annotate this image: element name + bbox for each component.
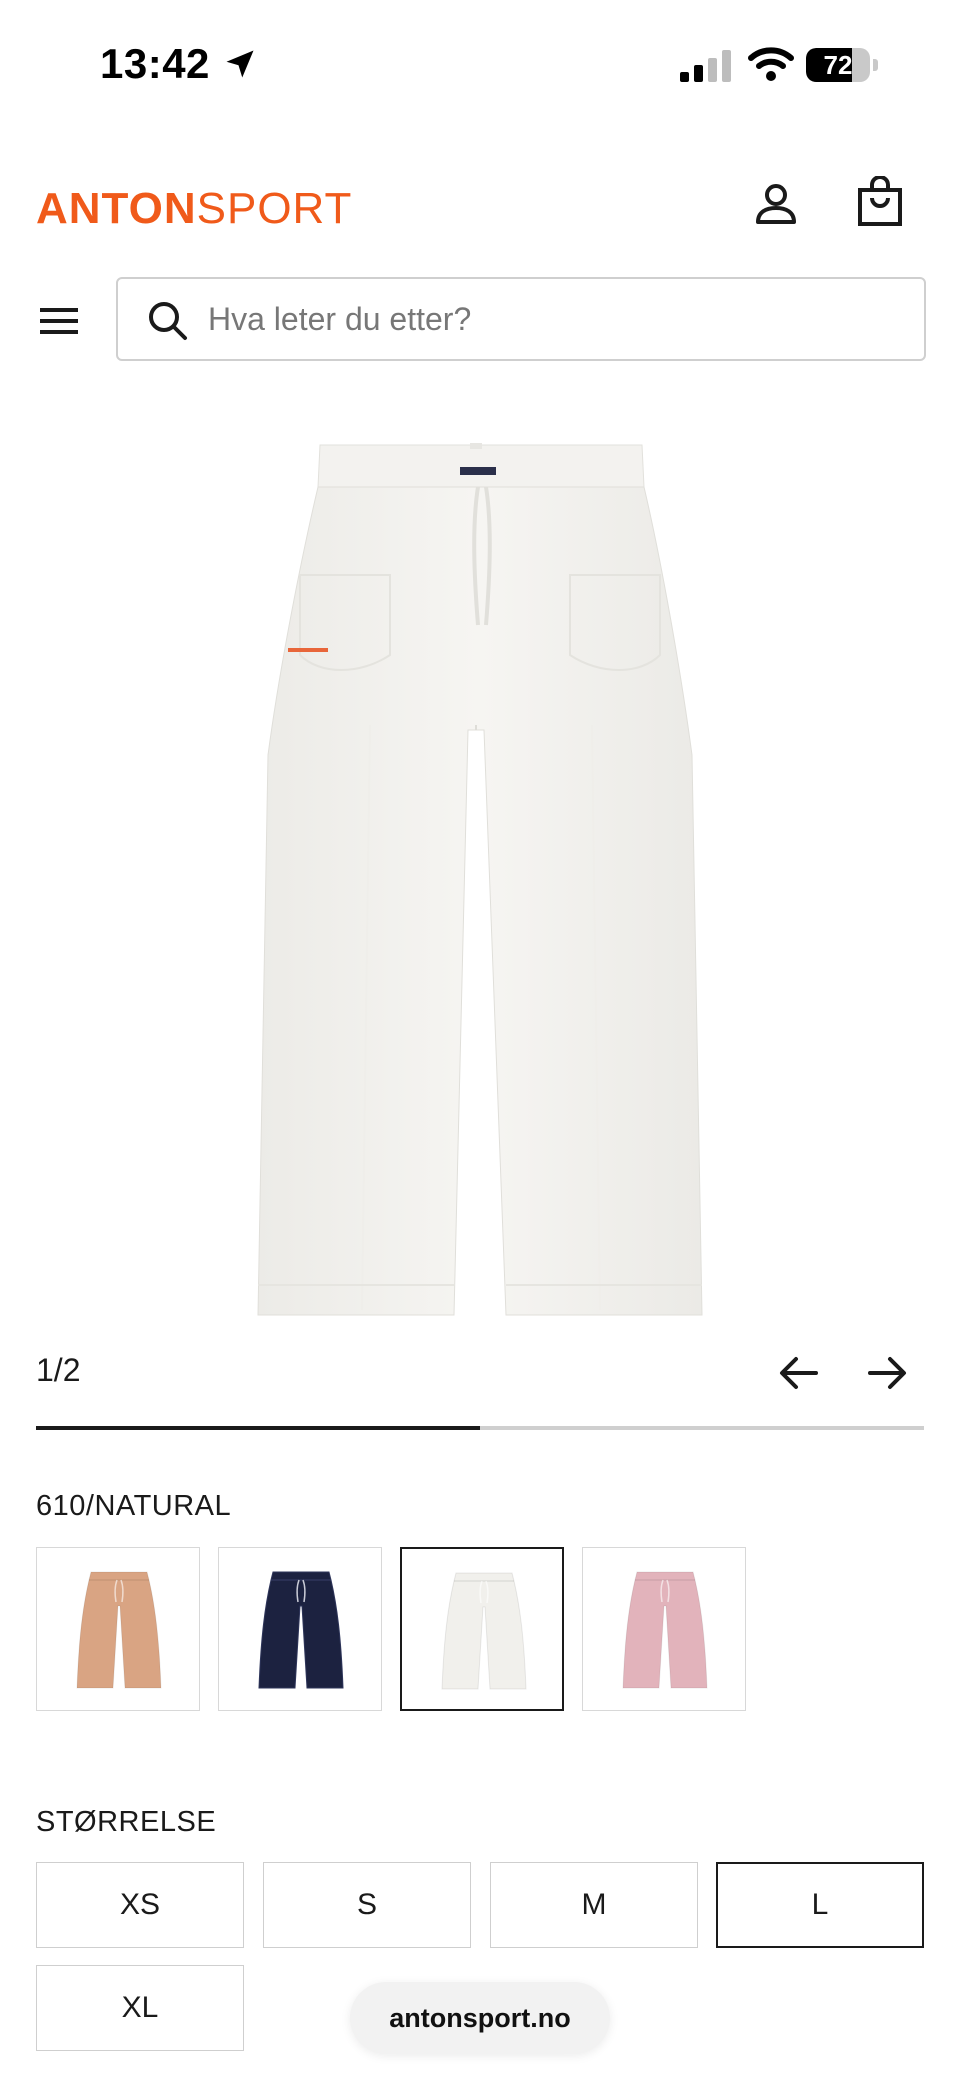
variant-thumbnail bbox=[258, 1571, 344, 1689]
battery-level: 72 bbox=[823, 50, 853, 80]
size-option-l[interactable]: L bbox=[716, 1862, 924, 1948]
product-image[interactable] bbox=[240, 425, 720, 1320]
size-option-s[interactable]: S bbox=[263, 1862, 471, 1948]
antonsport-logo[interactable]: ANTONSPORT bbox=[36, 184, 352, 234]
logo-part-anton: ANTON bbox=[36, 184, 197, 233]
gallery-counter: 1/2 bbox=[36, 1352, 81, 1388]
location-arrow-icon bbox=[226, 50, 254, 78]
arrow-left-icon[interactable] bbox=[778, 1352, 820, 1394]
size-option-m[interactable]: M bbox=[490, 1862, 698, 1948]
search-icon[interactable] bbox=[146, 299, 188, 341]
gallery-progress-fill bbox=[36, 1426, 480, 1430]
size-option-xs[interactable]: XS bbox=[36, 1862, 244, 1948]
variant-thumbnail bbox=[76, 1571, 162, 1689]
browser-url-pill[interactable]: antonsport.no bbox=[350, 1982, 610, 2054]
shopping-bag-icon[interactable] bbox=[856, 176, 904, 228]
status-time: 13:42 bbox=[100, 40, 210, 87]
size-option-xl[interactable]: XL bbox=[36, 1965, 244, 2051]
logo-part-sport: SPORT bbox=[196, 184, 353, 233]
variant-thumbnail bbox=[622, 1571, 708, 1689]
signal-icon bbox=[680, 50, 731, 82]
menu-icon[interactable] bbox=[38, 300, 80, 342]
color-variant-natural[interactable] bbox=[400, 1547, 564, 1711]
site-header: ANTONSPORT bbox=[0, 160, 960, 250]
color-variant-list bbox=[36, 1547, 924, 1711]
wifi-icon bbox=[748, 47, 794, 81]
color-variant-tan[interactable] bbox=[36, 1547, 200, 1711]
search-box[interactable] bbox=[116, 277, 926, 361]
gallery-progress-track bbox=[36, 1426, 924, 1430]
account-icon[interactable] bbox=[752, 180, 800, 228]
battery-icon: 72 bbox=[806, 48, 878, 82]
color-variant-navy[interactable] bbox=[218, 1547, 382, 1711]
status-bar: 13:42 72 bbox=[0, 0, 960, 130]
variant-thumbnail bbox=[441, 1572, 527, 1690]
search-input[interactable] bbox=[208, 289, 898, 349]
color-variant-pink[interactable] bbox=[582, 1547, 746, 1711]
size-label: STØRRELSE bbox=[36, 1806, 217, 1838]
selected-color-label: 610/NATURAL bbox=[36, 1490, 232, 1522]
arrow-right-icon[interactable] bbox=[866, 1352, 908, 1394]
